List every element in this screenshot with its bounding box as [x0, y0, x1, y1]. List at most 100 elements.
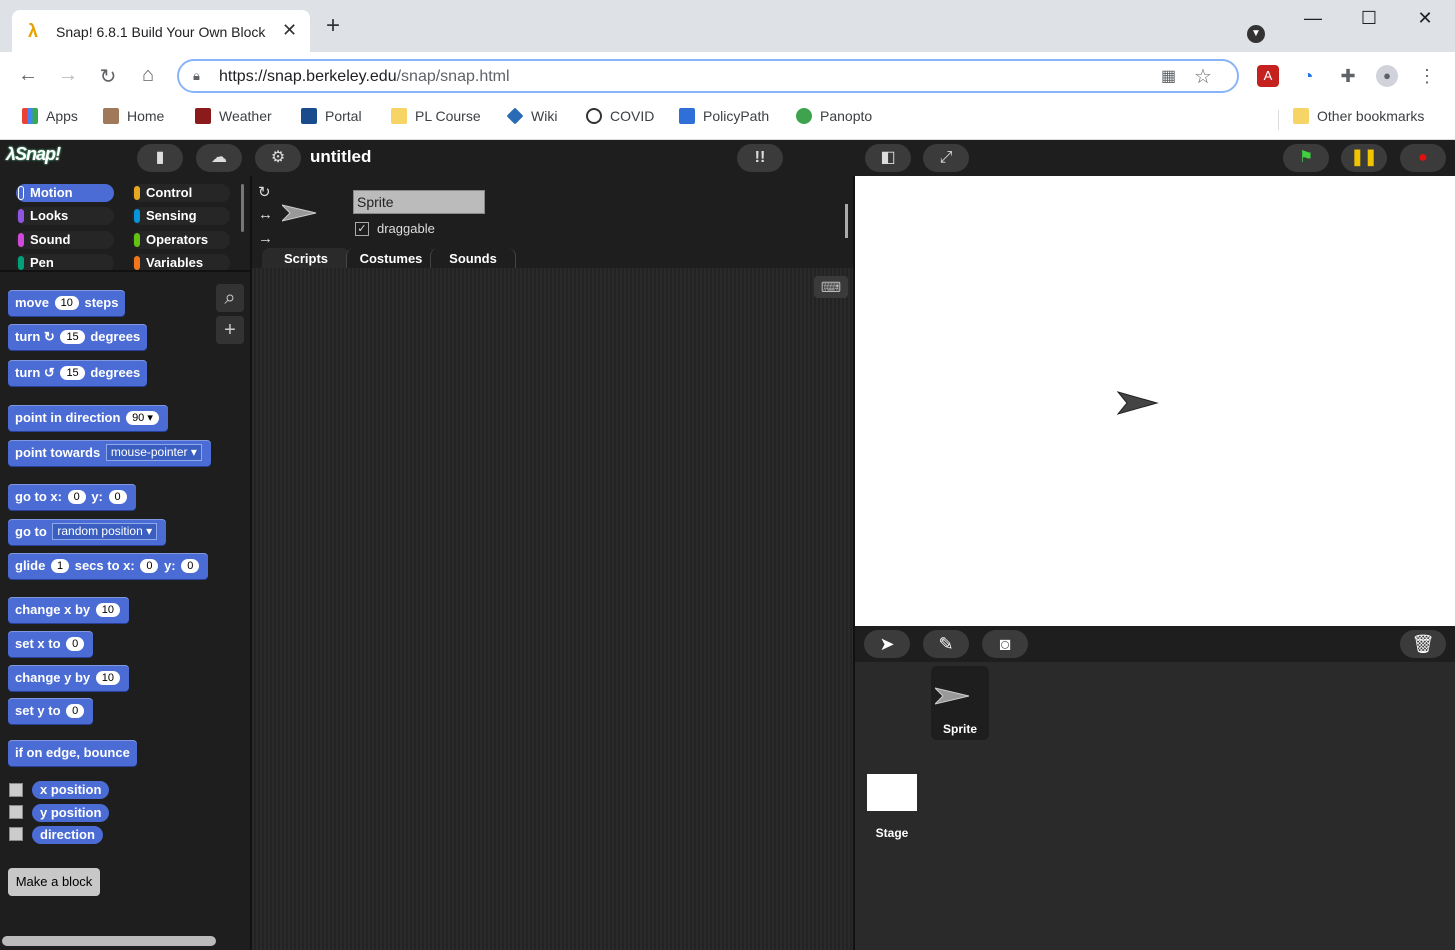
keyboard-entry-icon[interactable]: ⌨: [814, 276, 848, 298]
category-motion[interactable]: Motion: [16, 184, 114, 202]
bookmark-weather[interactable]: Weather: [195, 108, 272, 124]
sprite-on-stage[interactable]: [1117, 390, 1159, 416]
y-input[interactable]: 0: [108, 490, 127, 504]
category-operators[interactable]: Operators: [132, 231, 230, 249]
maximize-icon[interactable]: ☐: [1349, 8, 1389, 29]
sprite-corral-icon[interactable]: Sprite: [931, 666, 989, 740]
paint-new-sprite-button[interactable]: ✎: [923, 630, 969, 658]
dx-input[interactable]: 10: [95, 603, 121, 617]
close-window-icon[interactable]: ✕: [1405, 8, 1445, 29]
browser-tab[interactable]: λ Snap! 6.8.1 Build Your Own Block ✕: [12, 10, 310, 52]
rotate-style-none-icon[interactable]: →: [258, 230, 273, 247]
file-menu-button[interactable]: ▮: [137, 144, 183, 172]
x-input[interactable]: 0: [66, 637, 85, 651]
change-y-block[interactable]: change y by 10: [8, 665, 130, 691]
tab-costumes[interactable]: Costumes: [346, 248, 436, 270]
back-icon[interactable]: ←: [14, 64, 42, 87]
home-icon[interactable]: ⌂: [134, 64, 162, 87]
secs-input[interactable]: 1: [50, 559, 70, 573]
unsaved-changes-button[interactable]: !!: [737, 144, 783, 172]
fullscreen-button[interactable]: ⤢: [923, 144, 969, 172]
direction-checkbox[interactable]: [9, 827, 23, 841]
profile-avatar-icon[interactable]: ●: [1376, 65, 1398, 87]
category-sound[interactable]: Sound: [16, 231, 114, 249]
y-position-reporter[interactable]: y position: [32, 804, 110, 822]
x-position-checkbox[interactable]: [9, 783, 23, 797]
clock-extension-icon[interactable]: ◔: [1297, 65, 1319, 87]
point-in-direction-block[interactable]: point in direction 90 ▾: [8, 405, 168, 431]
category-control[interactable]: Control: [132, 184, 230, 202]
draggable-checkbox[interactable]: ✓: [355, 222, 369, 236]
bookmark-policypath[interactable]: PolicyPath: [679, 108, 769, 124]
towards-dropdown[interactable]: mouse-pointer ▾: [105, 444, 202, 461]
bookmark-pl-course[interactable]: PL Course: [391, 108, 481, 124]
rotate-style-lr-icon[interactable]: ↔: [258, 206, 273, 223]
go-to-block[interactable]: go to random position ▾: [8, 519, 167, 545]
point-towards-block[interactable]: point towards mouse-pointer ▾: [8, 440, 211, 466]
settings-gear-button[interactable]: ⚙: [255, 144, 301, 172]
x-position-reporter[interactable]: x position: [32, 781, 110, 799]
bookmark-apps[interactable]: Apps: [22, 108, 78, 124]
trash-icon[interactable]: 🗑︎: [1400, 630, 1446, 658]
turn-counterclockwise-block[interactable]: turn ↺ 15 degrees: [8, 360, 148, 386]
category-sensing[interactable]: Sensing: [132, 207, 230, 225]
search-blocks-icon[interactable]: ⌕: [216, 284, 244, 312]
degrees-input[interactable]: 15: [60, 366, 85, 380]
change-x-block[interactable]: change x by 10: [8, 597, 130, 623]
sprite-name-field[interactable]: Sprite: [353, 190, 485, 214]
forward-icon[interactable]: →: [54, 64, 82, 87]
turn-clockwise-block[interactable]: turn ↻ 15 degrees: [8, 324, 148, 350]
steps-input[interactable]: 10: [54, 296, 79, 310]
reload-icon[interactable]: ↻: [94, 64, 122, 89]
set-y-block[interactable]: set y to 0: [8, 698, 94, 724]
x-input[interactable]: 0: [140, 559, 159, 573]
stage-thumbnail[interactable]: [867, 774, 917, 811]
close-tab-icon[interactable]: ✕: [282, 20, 297, 41]
category-looks[interactable]: Looks: [16, 207, 114, 225]
header-scrollbar[interactable]: [845, 204, 848, 238]
url-text[interactable]: https://snap.berkeley.edu/snap/snap.html: [219, 68, 510, 86]
tab-search-icon[interactable]: ▼: [1247, 25, 1265, 43]
palette-horizontal-scrollbar[interactable]: [2, 936, 216, 946]
tab-scripts[interactable]: Scripts: [262, 248, 350, 270]
stage-size-button[interactable]: ◧: [865, 144, 911, 172]
dy-input[interactable]: 10: [95, 671, 121, 685]
bookmark-panopto[interactable]: Panopto: [796, 108, 872, 124]
pause-button[interactable]: ❚❚: [1341, 144, 1387, 172]
rotate-style-all-icon[interactable]: ↻: [258, 183, 271, 201]
tab-sounds[interactable]: Sounds: [430, 248, 516, 270]
x-input[interactable]: 0: [67, 490, 86, 504]
add-block-plus-icon[interactable]: +: [216, 316, 244, 344]
qr-code-icon[interactable]: ▦: [1161, 66, 1176, 86]
green-flag-button[interactable]: ⚑: [1283, 144, 1329, 172]
set-x-block[interactable]: set x to 0: [8, 631, 94, 657]
acrobat-extension-icon[interactable]: A: [1257, 65, 1279, 87]
camera-sprite-button[interactable]: ◙: [982, 630, 1028, 658]
bookmark-star-icon[interactable]: ☆: [1194, 64, 1212, 89]
bookmark-portal[interactable]: Portal: [301, 108, 362, 124]
direction-input[interactable]: 90 ▾: [126, 411, 159, 425]
direction-reporter[interactable]: direction: [32, 826, 103, 844]
stage[interactable]: [855, 176, 1455, 626]
glide-block[interactable]: glide 1 secs to x: 0 y: 0: [8, 553, 209, 579]
bookmark-other[interactable]: Other bookmarks: [1293, 108, 1424, 124]
move-steps-block[interactable]: move 10 steps: [8, 290, 126, 316]
menu-kebab-icon[interactable]: ⋮: [1416, 65, 1438, 87]
goto-dropdown[interactable]: random position ▾: [52, 523, 158, 540]
y-position-checkbox[interactable]: [9, 805, 23, 819]
category-scrollbar[interactable]: [241, 184, 244, 232]
bookmark-covid[interactable]: COVID: [586, 108, 654, 124]
y-input[interactable]: 0: [66, 704, 85, 718]
lock-icon[interactable]: 🔒︎: [193, 68, 200, 84]
extensions-puzzle-icon[interactable]: ✚: [1337, 65, 1359, 87]
new-tab-button[interactable]: +: [326, 14, 340, 38]
address-bar[interactable]: 🔒︎ https://snap.berkeley.edu/snap/snap.h…: [177, 59, 1239, 93]
y-input[interactable]: 0: [181, 559, 200, 573]
go-to-xy-block[interactable]: go to x: 0 y: 0: [8, 484, 136, 510]
degrees-input[interactable]: 15: [60, 330, 85, 344]
snap-logo[interactable]: λSnap!: [6, 144, 61, 165]
bookmark-home[interactable]: Home: [103, 108, 164, 124]
bounce-block[interactable]: if on edge, bounce: [8, 740, 137, 766]
scripts-area[interactable]: ⌨: [252, 268, 854, 950]
add-turtle-sprite-button[interactable]: ➤: [864, 630, 910, 658]
